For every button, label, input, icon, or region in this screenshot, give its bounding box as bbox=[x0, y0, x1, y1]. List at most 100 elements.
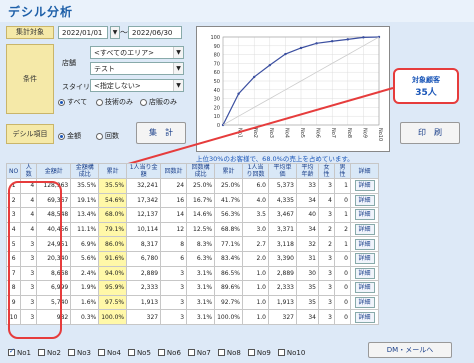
table-cell: 68.8% bbox=[214, 221, 243, 238]
footer-checkbox-3[interactable]: No3 bbox=[67, 348, 91, 357]
table-cell: 3,118 bbox=[268, 236, 297, 252]
detail-cell[interactable]: 詳細 bbox=[350, 207, 379, 223]
checkbox-box[interactable] bbox=[277, 349, 285, 356]
footer-checkbox-4[interactable]: No4 bbox=[97, 349, 121, 357]
detail-cell[interactable]: 詳細 bbox=[350, 236, 379, 252]
detail-cell[interactable]: 詳細 bbox=[350, 265, 379, 282]
table-cell: 25.0% bbox=[186, 178, 216, 194]
table-cell: 24 bbox=[160, 178, 188, 194]
table-cell: 3 bbox=[160, 265, 188, 282]
checkbox-label: No5 bbox=[136, 348, 151, 357]
table-cell: 94.0% bbox=[98, 265, 128, 282]
table-cell: 35 bbox=[296, 294, 319, 311]
detail-cell[interactable]: 詳細 bbox=[350, 178, 379, 194]
detail-cell[interactable]: 詳細 bbox=[350, 294, 379, 311]
table-cell: 3 bbox=[318, 207, 335, 223]
table-cell: 8,317 bbox=[126, 236, 162, 252]
table-cell: 1,913 bbox=[126, 294, 162, 311]
table-cell: 1.9% bbox=[70, 280, 100, 296]
table-cell: 3.1% bbox=[186, 294, 216, 311]
table-cell: 34 bbox=[296, 309, 319, 325]
table-cell: 31 bbox=[296, 250, 319, 267]
table-row: 4 4 40,456 11.1% 79.1% 10,114 12 12.5% 68.8% 3.0 3… bbox=[5, 221, 379, 238]
detail-button[interactable]: 詳細 bbox=[354, 297, 375, 309]
table-cell: 3,371 bbox=[268, 221, 297, 238]
table-cell: 35 bbox=[296, 280, 319, 296]
checkbox-box[interactable] bbox=[8, 347, 15, 356]
table-cell: 33 bbox=[296, 178, 319, 194]
table-cell: 10,114 bbox=[126, 221, 162, 238]
table-cell: 327 bbox=[126, 309, 162, 325]
detail-button[interactable]: 詳細 bbox=[354, 180, 375, 192]
table-row: 5 3 24,951 6.9% 86.0% 8,317 8 8.3% 77.1% 2.7 3,118… bbox=[5, 236, 379, 252]
checkbox-box[interactable] bbox=[97, 349, 105, 356]
col-header: 回数計 bbox=[160, 163, 188, 179]
footer-checkbox-2[interactable]: No2 bbox=[37, 349, 61, 357]
table-cell: 34 bbox=[296, 221, 319, 238]
detail-button[interactable]: 詳細 bbox=[354, 282, 375, 294]
footer-checkbox-9[interactable]: No9 bbox=[247, 349, 271, 357]
detail-cell[interactable]: 詳細 bbox=[350, 280, 379, 296]
footer-checkbox-6[interactable]: No6 bbox=[157, 349, 181, 357]
footer-checkbox-1[interactable]: No1 bbox=[8, 347, 31, 357]
dm-mail-button[interactable]: DM・メールへ bbox=[368, 342, 452, 358]
detail-button[interactable]: 詳細 bbox=[354, 311, 375, 323]
table-cell: 3 bbox=[318, 265, 335, 282]
table-cell: 3 bbox=[318, 294, 335, 311]
highlight-box bbox=[8, 181, 62, 339]
table-cell: 1.0 bbox=[242, 280, 269, 296]
table-row: 3 4 48,548 13.4% 68.0% 12,137 14 14.6% 56.3% 3.5 3… bbox=[5, 207, 379, 223]
table-cell: 56.3% bbox=[214, 207, 243, 223]
col-header: 男性 bbox=[334, 163, 351, 179]
table-row: 8 3 6,999 1.9% 95.9% 2,333 3 3.1% 89.6% 1.0 2,333 3… bbox=[5, 280, 379, 296]
footer-checkbox-7[interactable]: No7 bbox=[187, 348, 211, 357]
detail-button[interactable]: 詳細 bbox=[354, 253, 375, 265]
table-cell: 8 bbox=[160, 236, 188, 252]
table-cell: 1 bbox=[334, 207, 351, 223]
table-cell: 12.5% bbox=[186, 221, 216, 238]
table-cell: 89.6% bbox=[214, 280, 243, 296]
table-cell: 54.6% bbox=[98, 192, 128, 209]
table-cell: 86.0% bbox=[98, 236, 128, 252]
checkbox-box[interactable] bbox=[67, 349, 75, 356]
checkbox-label: No7 bbox=[196, 348, 211, 357]
checkbox-box[interactable] bbox=[247, 349, 255, 356]
checkbox-label: No10 bbox=[286, 348, 306, 357]
detail-cell[interactable]: 詳細 bbox=[350, 221, 379, 238]
checkbox-label: No3 bbox=[76, 348, 91, 357]
footer-checkbox-5[interactable]: No5 bbox=[127, 348, 151, 357]
detail-cell[interactable]: 詳細 bbox=[350, 192, 379, 209]
table-cell: 1.6% bbox=[70, 294, 100, 311]
detail-button[interactable]: 詳細 bbox=[354, 267, 375, 279]
checkbox-box[interactable] bbox=[127, 349, 135, 356]
table-cell: 2.4% bbox=[70, 265, 100, 282]
table-cell: 79.1% bbox=[98, 221, 128, 238]
table-cell: 3.1% bbox=[186, 280, 216, 296]
checkbox-box[interactable] bbox=[37, 349, 45, 356]
detail-cell[interactable]: 詳細 bbox=[350, 250, 379, 267]
footer-checkbox-10[interactable]: No10 bbox=[277, 348, 306, 357]
detail-button[interactable]: 詳細 bbox=[354, 238, 375, 250]
checkbox-box[interactable] bbox=[217, 349, 225, 356]
table-cell: 95.9% bbox=[98, 280, 128, 296]
footer-bar: No1 No2 No3 No4 No5 No6 No7 No8 No9 No10 DM・メールへ bbox=[0, 342, 474, 363]
checkbox-box[interactable] bbox=[157, 349, 165, 356]
table-cell: 2,333 bbox=[126, 280, 162, 296]
table-cell: 2.0 bbox=[242, 250, 269, 267]
col-header: 累計 bbox=[98, 163, 128, 179]
table-cell: 12 bbox=[160, 221, 188, 238]
detail-button[interactable]: 詳細 bbox=[354, 224, 375, 236]
footer-checkbox-8[interactable]: No8 bbox=[217, 349, 241, 357]
table-cell: 0 bbox=[334, 280, 351, 296]
checkbox-box[interactable] bbox=[187, 349, 195, 356]
table-cell: 2 bbox=[318, 236, 335, 252]
table-row: 9 3 5,740 1.6% 97.5% 1,913 3 3.1% 92.7% 1.0 1,913 3… bbox=[5, 294, 379, 311]
detail-cell[interactable]: 詳細 bbox=[350, 309, 379, 325]
table-cell: 6 bbox=[160, 250, 188, 267]
detail-button[interactable]: 詳細 bbox=[354, 209, 375, 221]
table-cell: 16 bbox=[160, 192, 188, 209]
table-cell: 1,913 bbox=[268, 294, 297, 311]
table-cell: 3.5 bbox=[242, 207, 269, 223]
table-cell: 13.4% bbox=[70, 207, 100, 223]
detail-button[interactable]: 詳細 bbox=[354, 194, 375, 206]
